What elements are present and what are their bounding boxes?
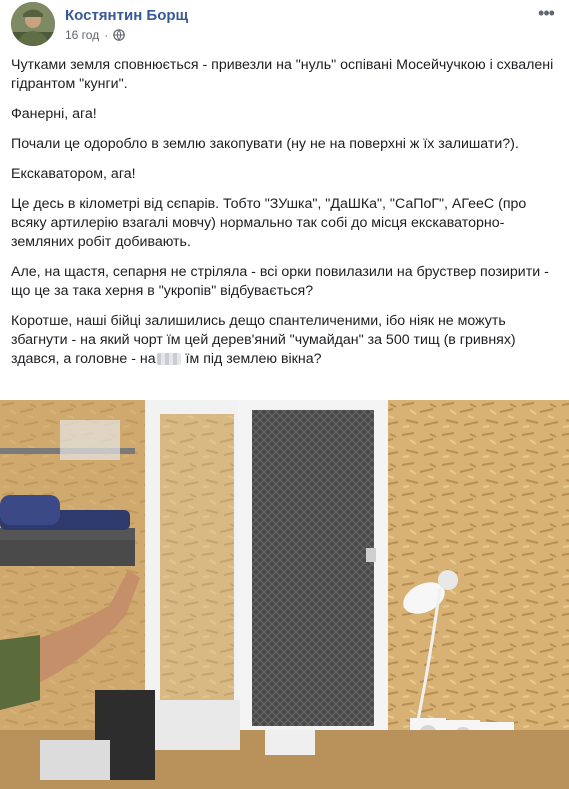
post-paragraph: Почали це одоробло в землю закопувати (н…: [11, 136, 519, 152]
post-paragraph: Але, на щастя, сепарня не стріляла - всі…: [11, 264, 549, 299]
post-paragraph: Це десь в кілометрі від сєпарів. Тобто "…: [11, 196, 527, 250]
facebook-post: Костянтин Борщ 16 год · ••• Чутками земл…: [0, 0, 569, 789]
post-paragraph-last: Коротше, наші бійці залишились дещо спан…: [11, 312, 556, 369]
more-dots-icon: •••: [538, 2, 555, 23]
post-text: Чутками земля сповнюється - привезли на …: [11, 56, 556, 380]
photo-window-interior: [0, 400, 569, 789]
meta-dot: ·: [104, 28, 109, 42]
censored-word: [156, 353, 181, 366]
post-meta: 16 год ·: [65, 28, 126, 42]
post-paragraph: Екскаватором, ага!: [11, 166, 136, 182]
post-paragraph: Чутками земля сповнюється - привезли на …: [11, 57, 554, 92]
post-photo[interactable]: [0, 400, 569, 789]
post-header: Костянтин Борщ 16 год · •••: [11, 2, 559, 48]
more-options-button[interactable]: •••: [535, 2, 557, 23]
author-avatar[interactable]: [11, 2, 55, 46]
post-timestamp[interactable]: 16 год: [65, 28, 99, 42]
avatar-image: [11, 2, 55, 46]
globe-icon: [113, 29, 126, 41]
author-name[interactable]: Костянтин Борщ: [65, 7, 188, 24]
paragraph-text-after: їм під землею вікна?: [181, 351, 322, 367]
post-paragraph: Фанерні, ага!: [11, 106, 97, 122]
